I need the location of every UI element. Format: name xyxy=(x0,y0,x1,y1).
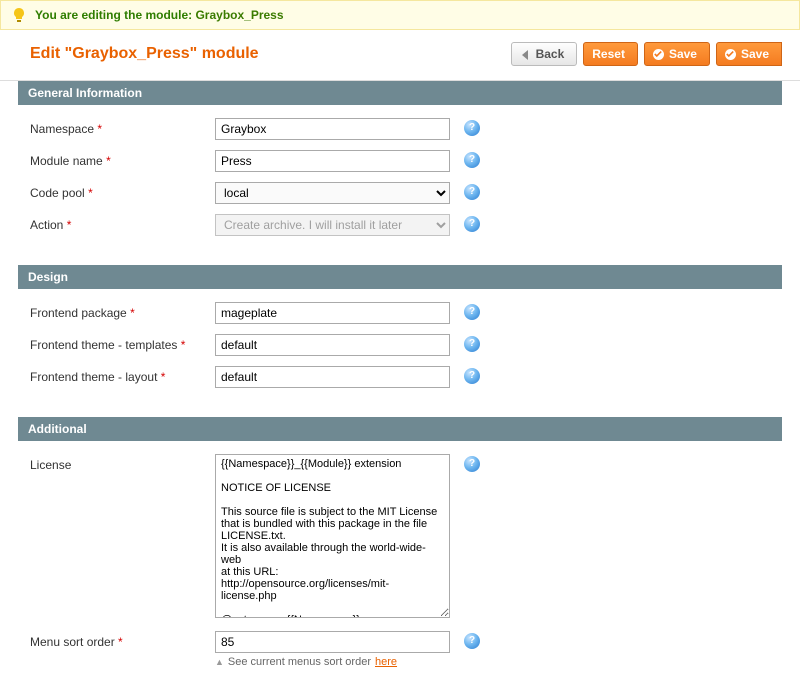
toolbar: Back Reset Save Save xyxy=(511,42,782,66)
lightbulb-icon xyxy=(11,7,27,23)
help-icon[interactable] xyxy=(464,152,480,168)
label-license: License xyxy=(30,454,215,472)
help-icon[interactable] xyxy=(464,216,480,232)
triangle-icon: ▲ xyxy=(215,657,224,667)
label-namespace: Namespace * xyxy=(30,118,215,136)
section-additional: Additional License Menu sort order * ▲ S… xyxy=(18,417,782,687)
menu-sort-hint: ▲ See current menus sort order here xyxy=(215,656,450,668)
back-button[interactable]: Back xyxy=(511,42,578,66)
section-header-design: Design xyxy=(18,265,782,289)
theme-templates-input[interactable] xyxy=(215,334,450,356)
section-design: Design Frontend package * Frontend theme… xyxy=(18,265,782,407)
section-header-additional: Additional xyxy=(18,417,782,441)
help-icon[interactable] xyxy=(464,633,480,649)
module-name-input[interactable] xyxy=(215,150,450,172)
page-header: Edit "Graybox_Press" module Back Reset S… xyxy=(0,30,800,81)
label-frontend-package: Frontend package * xyxy=(30,302,215,320)
help-icon[interactable] xyxy=(464,456,480,472)
help-icon[interactable] xyxy=(464,336,480,352)
save-continue-button[interactable]: Save xyxy=(716,42,782,66)
help-icon[interactable] xyxy=(464,304,480,320)
label-code-pool: Code pool * xyxy=(30,182,215,200)
section-header-general: General Information xyxy=(18,81,782,105)
menu-sort-input[interactable] xyxy=(215,631,450,653)
help-icon[interactable] xyxy=(464,120,480,136)
label-theme-layout: Frontend theme - layout * xyxy=(30,366,215,384)
section-general: General Information Namespace * Module n… xyxy=(18,81,782,255)
label-theme-templates: Frontend theme - templates * xyxy=(30,334,215,352)
help-icon[interactable] xyxy=(464,368,480,384)
notice-text: You are editing the module: Graybox_Pres… xyxy=(35,8,284,22)
frontend-package-input[interactable] xyxy=(215,302,450,324)
label-module-name: Module name * xyxy=(30,150,215,168)
theme-layout-input[interactable] xyxy=(215,366,450,388)
code-pool-select[interactable]: local xyxy=(215,182,450,204)
page-title: Edit "Graybox_Press" module xyxy=(30,45,259,63)
notice-bar: You are editing the module: Graybox_Pres… xyxy=(0,0,800,30)
sort-order-link[interactable]: here xyxy=(375,656,397,668)
save-button[interactable]: Save xyxy=(644,42,710,66)
namespace-input[interactable] xyxy=(215,118,450,140)
label-menu-sort: Menu sort order * xyxy=(30,631,215,649)
license-textarea[interactable] xyxy=(215,454,450,618)
reset-button[interactable]: Reset xyxy=(583,42,638,66)
label-action: Action * xyxy=(30,214,215,232)
back-arrow-icon xyxy=(520,49,531,60)
check-icon xyxy=(725,49,736,60)
help-icon[interactable] xyxy=(464,184,480,200)
action-select: Create archive. I will install it later xyxy=(215,214,450,236)
check-icon xyxy=(653,49,664,60)
